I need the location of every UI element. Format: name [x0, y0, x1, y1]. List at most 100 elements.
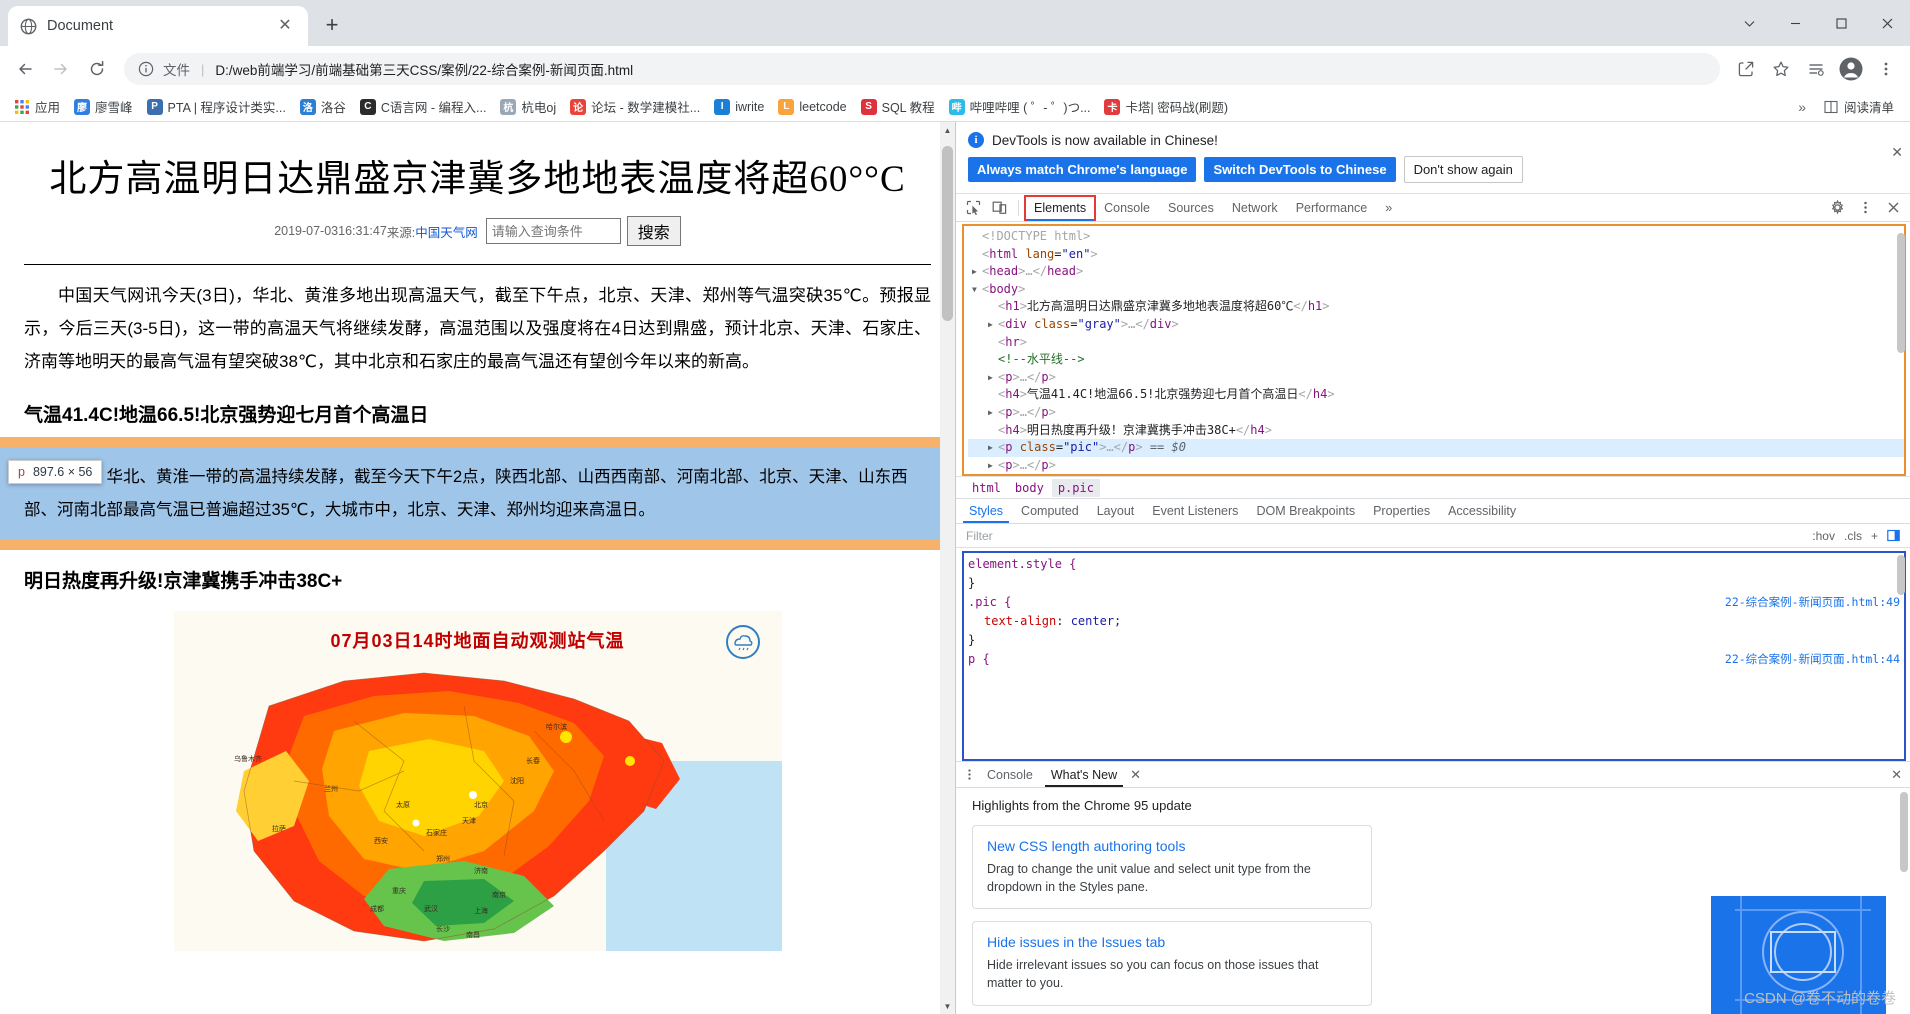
- devtools-tab-sources[interactable]: Sources: [1159, 196, 1223, 220]
- dom-tree-node[interactable]: <!DOCTYPE html>: [968, 228, 1906, 246]
- breadcrumb-item[interactable]: p.pic: [1051, 478, 1100, 497]
- page-scrollbar[interactable]: ▲ ▼: [940, 122, 955, 1014]
- styles-scrollbar[interactable]: [1895, 553, 1905, 759]
- dom-tree-node[interactable]: <hr>: [968, 334, 1906, 352]
- expand-triangle-icon[interactable]: ▶: [988, 369, 998, 387]
- profile-avatar-icon[interactable]: [1835, 53, 1867, 85]
- whats-new-card[interactable]: Hide issues in the Issues tab Hide irrele…: [972, 921, 1372, 1006]
- dom-tree-node[interactable]: ▶ <p>…</p>: [968, 457, 1906, 475]
- scroll-up-arrow-icon[interactable]: ▲: [940, 122, 955, 138]
- restore-down-icon[interactable]: [1772, 0, 1818, 46]
- info-circle-icon[interactable]: [138, 61, 154, 77]
- devtools-tab-network[interactable]: Network: [1223, 196, 1287, 220]
- forward-icon[interactable]: [44, 52, 78, 86]
- bookmark-item[interactable]: C C语言网 - 编程入...: [354, 94, 493, 119]
- close-icon[interactable]: [1880, 195, 1906, 221]
- dom-tree-node[interactable]: ▼ <body>: [968, 281, 1906, 299]
- window-close-icon[interactable]: [1864, 0, 1910, 46]
- bookmark-item[interactable]: P PTA | 程序设计类实...: [141, 94, 292, 119]
- back-icon[interactable]: [8, 52, 42, 86]
- new-style-rule-button[interactable]: +: [1871, 529, 1878, 543]
- whats-new-card-title[interactable]: Hide issues in the Issues tab: [987, 934, 1357, 950]
- bookmark-item[interactable]: Lleetcode: [772, 96, 852, 118]
- style-rule-selector[interactable]: .pic {22-综合案例-新闻页面.html:49: [968, 593, 1906, 612]
- whats-new-card[interactable]: New CSS length authoring tools Drag to ch…: [972, 825, 1372, 910]
- inspect-element-icon[interactable]: [960, 195, 986, 221]
- reading-list-icon[interactable]: [1800, 53, 1832, 85]
- drawer-tab-console[interactable]: Console: [978, 764, 1042, 786]
- bookmark-item[interactable]: 应用: [8, 94, 66, 119]
- bookmark-item[interactable]: 洛洛谷: [294, 94, 352, 119]
- devtools-tab-console[interactable]: Console: [1095, 196, 1159, 220]
- cls-toggle[interactable]: .cls: [1844, 529, 1862, 543]
- style-tab-styles[interactable]: Styles: [960, 500, 1012, 523]
- bookmark-item[interactable]: Iiwrite: [708, 96, 770, 118]
- styles-pane[interactable]: element.style {} .pic {22-综合案例-新闻页面.html:…: [962, 551, 1906, 761]
- dom-tree-scrollbar-thumb[interactable]: [1897, 233, 1905, 353]
- drawer-tab-what-s-new[interactable]: What's New: [1042, 764, 1126, 787]
- whats-new-scrollbar-thumb[interactable]: [1900, 792, 1908, 872]
- article-source-link[interactable]: 中国天气网: [415, 222, 478, 241]
- close-icon[interactable]: ✕: [274, 15, 296, 37]
- whats-new-card-title[interactable]: New CSS length authoring tools: [987, 838, 1357, 854]
- dom-tree-node[interactable]: <html lang="en">: [968, 246, 1906, 264]
- style-tab-dom-breakpoints[interactable]: DOM Breakpoints: [1247, 500, 1364, 522]
- share-icon[interactable]: [1730, 53, 1762, 85]
- bookmarks-overflow-chevron-icon[interactable]: »: [1790, 99, 1814, 115]
- dom-tree-node[interactable]: <h4>明日热度再升级！京津冀携手冲击38C+</h4>: [968, 422, 1906, 440]
- bookmark-item[interactable]: 论论坛 - 数学建模社...: [564, 94, 706, 119]
- scroll-down-arrow-icon[interactable]: ▼: [940, 998, 955, 1014]
- expand-triangle-icon[interactable]: ▼: [972, 281, 982, 299]
- dom-tree[interactable]: <!DOCTYPE html> <html lang="en"> ▶ <head>…<…: [962, 224, 1906, 476]
- dom-tree-node[interactable]: ▶ <p class="pic">…</p> == $0: [968, 439, 1906, 457]
- style-tab-properties[interactable]: Properties: [1364, 500, 1439, 522]
- style-source-link[interactable]: 22-综合案例-新闻页面.html:44: [1725, 650, 1900, 669]
- url-text[interactable]: D:/web前端学习/前端基础第三天CSS/案例/22-综合案例-新闻页面.ht…: [215, 59, 1706, 79]
- device-toolbar-icon[interactable]: [986, 195, 1012, 221]
- style-rule-selector[interactable]: element.style {: [968, 555, 1906, 574]
- style-rule-selector[interactable]: p {22-综合案例-新闻页面.html:44: [968, 650, 1906, 669]
- style-tab-layout[interactable]: Layout: [1088, 500, 1144, 522]
- new-tab-button[interactable]: +: [314, 7, 350, 43]
- maximize-icon[interactable]: [1818, 0, 1864, 46]
- reading-list-button[interactable]: 阅读清单: [1816, 94, 1902, 119]
- search-input[interactable]: [485, 218, 621, 244]
- page-scrollbar-thumb[interactable]: [942, 146, 953, 321]
- devtools-tabs-overflow[interactable]: »: [1376, 196, 1401, 220]
- dom-tree-node[interactable]: <!--水平线-->: [968, 351, 1906, 369]
- bookmark-item[interactable]: 哔哔哩哔哩 ( ゜- ゜)つ...: [943, 94, 1097, 119]
- dom-tree-node[interactable]: ▶ <p>…</p>: [968, 369, 1906, 387]
- hov-toggle[interactable]: :hov: [1812, 529, 1835, 543]
- search-button[interactable]: 搜索: [626, 216, 681, 246]
- dom-tree-node[interactable]: <h4>气温41.4C!地温66.5!北京强势迎七月首个高温日</h4>: [968, 386, 1906, 404]
- computed-sidebar-toggle-icon[interactable]: [1887, 529, 1900, 542]
- drawer-more-icon[interactable]: [960, 768, 978, 781]
- whats-new-scrollbar[interactable]: [1898, 792, 1908, 984]
- reload-icon[interactable]: [80, 52, 114, 86]
- dom-tree-node[interactable]: ▶ <p>…</p>: [968, 404, 1906, 422]
- more-vertical-icon[interactable]: [1870, 53, 1902, 85]
- dom-tree-node[interactable]: <p class="footer">本文来源:中国天气网责任编辑:刘京 NO56…: [968, 474, 1906, 476]
- star-icon[interactable]: [1765, 53, 1797, 85]
- address-bar[interactable]: 文件 | D:/web前端学习/前端基础第三天CSS/案例/22-综合案例-新闻…: [124, 53, 1720, 85]
- style-tab-event-listeners[interactable]: Event Listeners: [1143, 500, 1247, 522]
- expand-triangle-icon[interactable]: ▶: [988, 457, 998, 475]
- banner-close-icon[interactable]: ✕: [1891, 144, 1903, 161]
- expand-triangle-icon[interactable]: ▶: [972, 263, 982, 281]
- styles-scrollbar-thumb[interactable]: [1897, 555, 1905, 595]
- bookmark-item[interactable]: 杭杭电oj: [494, 94, 562, 119]
- devtools-tab-performance[interactable]: Performance: [1287, 196, 1377, 220]
- minimize-icon[interactable]: [1726, 0, 1772, 46]
- filter-input[interactable]: Filter: [966, 529, 993, 543]
- more-vertical-icon[interactable]: [1852, 195, 1878, 221]
- style-source-link[interactable]: 22-综合案例-新闻页面.html:49: [1725, 593, 1900, 612]
- bookmark-item[interactable]: 卡卡塔| 密码战(刷题): [1098, 94, 1234, 119]
- dom-tree-scrollbar[interactable]: [1895, 225, 1905, 475]
- expand-triangle-icon[interactable]: ▶: [988, 439, 998, 457]
- dom-tree-node[interactable]: ▶ <head>…</head>: [968, 263, 1906, 281]
- expand-triangle-icon[interactable]: ▶: [988, 404, 998, 422]
- drawer-tab-close-icon[interactable]: ✕: [1126, 767, 1145, 783]
- dom-tree-node[interactable]: <h1>北方高温明日达鼎盛京津冀多地地表温度将超60℃</h1>: [968, 298, 1906, 316]
- expand-triangle-icon[interactable]: ▶: [988, 316, 998, 334]
- switch-devtools-chinese-button[interactable]: Switch DevTools to Chinese: [1204, 157, 1396, 182]
